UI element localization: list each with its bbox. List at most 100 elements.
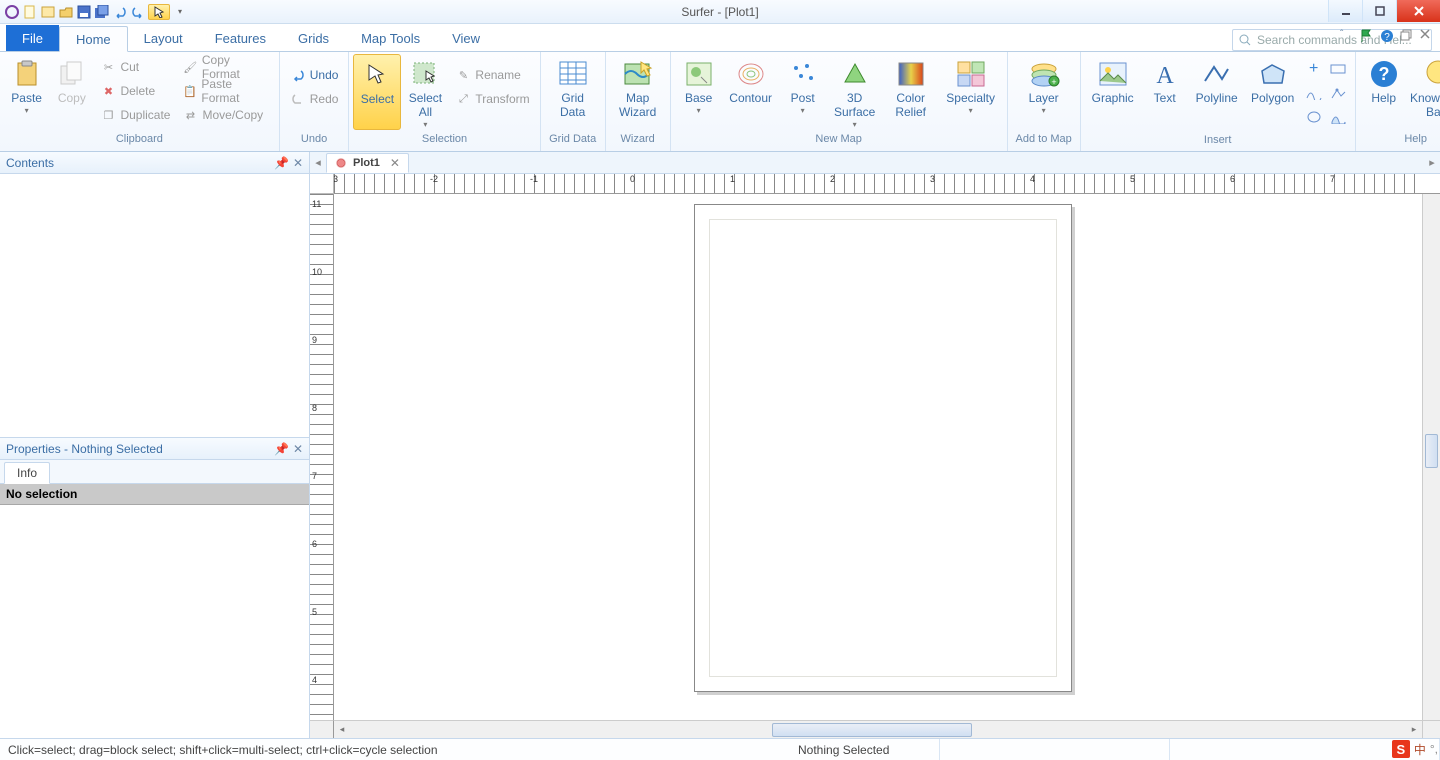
tab-file[interactable]: File: [6, 25, 59, 51]
contour-button[interactable]: Contour: [723, 54, 779, 130]
tab-grids[interactable]: Grids: [282, 25, 345, 51]
transform-button[interactable]: ⤢Transform: [451, 88, 533, 110]
doc-tab-prev[interactable]: ◂: [310, 156, 326, 169]
knowledgebase-button[interactable]: ?KnowledgeBase: [1408, 54, 1440, 130]
no-selection-row: No selection: [0, 484, 309, 505]
mdi-restore-icon[interactable]: [1400, 29, 1414, 43]
group-undo: Undo Redo Undo: [280, 52, 350, 151]
text-button[interactable]: AText: [1141, 54, 1189, 130]
rename-icon: ✎: [455, 67, 471, 83]
close-button[interactable]: [1396, 0, 1440, 22]
app-icon[interactable]: [4, 4, 20, 20]
svg-text:?: ?: [1384, 32, 1390, 43]
contents-body[interactable]: [0, 174, 309, 438]
ime-lang[interactable]: 中: [1414, 741, 1426, 758]
duplicate-button[interactable]: ❐Duplicate: [96, 104, 174, 126]
hscroll-thumb[interactable]: [772, 723, 972, 737]
delete-button[interactable]: ✖Delete: [96, 80, 174, 102]
copyformat-button[interactable]: 🖌Copy Format: [178, 56, 272, 78]
polyline-button[interactable]: Polyline: [1189, 54, 1245, 130]
qat-more-icon[interactable]: ▾: [172, 4, 188, 20]
vscroll-thumb[interactable]: [1425, 434, 1438, 468]
layer-button[interactable]: +Layer: [1012, 54, 1076, 130]
ime-punct-icon[interactable]: °,: [1430, 742, 1438, 756]
reshape-icon[interactable]: [1329, 84, 1347, 102]
pin-icon[interactable]: 📌: [274, 442, 289, 456]
pin-icon[interactable]: 📌: [274, 156, 289, 170]
redo-icon[interactable]: [130, 4, 146, 20]
duplicate-icon: ❐: [100, 107, 116, 123]
colorrelief-button[interactable]: ColorRelief: [883, 54, 939, 130]
tab-info[interactable]: Info: [4, 462, 50, 484]
mapwizard-button[interactable]: MapWizard: [610, 54, 666, 130]
vertical-ruler[interactable]: 1110987654: [310, 194, 334, 720]
doc-tab-next[interactable]: ▸: [1424, 156, 1440, 169]
group-griddata: GridData Grid Data: [541, 52, 606, 151]
hscroll-right[interactable]: ▸: [1406, 724, 1422, 735]
horizontal-scrollbar[interactable]: ◂ ▸: [334, 720, 1422, 738]
group-selection: Select SelectAll ✎Rename ⤢Transform Sele…: [349, 52, 540, 151]
delete-icon: ✖: [100, 83, 116, 99]
graphic-button[interactable]: Graphic: [1085, 54, 1141, 130]
base-button[interactable]: Base: [675, 54, 723, 130]
save-icon[interactable]: [76, 4, 92, 20]
quick-access-toolbar: ▾: [0, 4, 188, 20]
properties-body[interactable]: [0, 505, 309, 738]
movecopy-icon: ⇄: [182, 107, 198, 123]
mdi-close-icon[interactable]: [1420, 29, 1434, 43]
polygon-button[interactable]: Polygon: [1245, 54, 1301, 130]
tab-features[interactable]: Features: [199, 25, 282, 51]
plus-icon[interactable]: +: [1305, 60, 1323, 78]
selectall-button[interactable]: SelectAll: [401, 54, 449, 130]
close-pane-icon[interactable]: ✕: [293, 442, 303, 456]
horizontal-ruler[interactable]: -3-2-1012345678910111213: [334, 174, 1422, 194]
paste-button[interactable]: Paste: [4, 54, 49, 130]
ribbon-collapse-icon[interactable]: ˆ: [1340, 29, 1354, 43]
close-doc-icon[interactable]: ✕: [390, 156, 400, 170]
ellipse-icon[interactable]: [1305, 108, 1323, 126]
cut-button[interactable]: ✂Cut: [96, 56, 174, 78]
movecopy-button[interactable]: ⇄Move/Copy: [178, 104, 272, 126]
insert-extras: +: [1301, 54, 1351, 132]
maximize-button[interactable]: [1362, 0, 1396, 22]
plot-canvas[interactable]: [334, 194, 1422, 720]
select-tool-button[interactable]: Select: [353, 54, 401, 130]
minimize-button[interactable]: [1328, 0, 1362, 22]
flag-icon[interactable]: [1360, 29, 1374, 43]
splinearea-icon[interactable]: [1329, 108, 1347, 126]
ime-s-icon[interactable]: S: [1392, 740, 1410, 758]
tab-layout[interactable]: Layout: [128, 25, 199, 51]
undo-icon[interactable]: [112, 4, 128, 20]
vertical-scrollbar[interactable]: [1422, 194, 1440, 720]
rename-button[interactable]: ✎Rename: [451, 64, 533, 86]
ime-indicator: S 中 °,: [1392, 740, 1438, 758]
hscroll-left[interactable]: ◂: [334, 724, 350, 735]
window-title: Surfer - [Plot1]: [681, 5, 758, 19]
page-margin: [709, 219, 1057, 677]
doc-tab-plot1[interactable]: Plot1 ✕: [326, 153, 409, 173]
undo-button[interactable]: Undo: [286, 64, 343, 86]
new-ws-icon[interactable]: [40, 4, 56, 20]
tab-home[interactable]: Home: [59, 26, 128, 52]
search-icon: [1239, 34, 1251, 46]
status-hint: Click=select; drag=block select; shift+c…: [0, 739, 790, 760]
griddata-button[interactable]: GridData: [545, 54, 601, 130]
specialty-button[interactable]: Specialty: [939, 54, 1003, 130]
new-icon[interactable]: [22, 4, 38, 20]
tab-view[interactable]: View: [436, 25, 496, 51]
pointer-icon[interactable]: [148, 4, 170, 20]
redo-button[interactable]: Redo: [286, 88, 343, 110]
pasteformat-button[interactable]: 📋Paste Format: [178, 80, 272, 102]
open-icon[interactable]: [58, 4, 74, 20]
spline-icon[interactable]: [1305, 84, 1323, 102]
post-button[interactable]: Post: [779, 54, 827, 130]
help-small-icon[interactable]: ?: [1380, 29, 1394, 43]
ribbon: Paste Copy ✂Cut ✖Delete ❐Duplicate 🖌Copy…: [0, 52, 1440, 152]
range-icon[interactable]: [1329, 60, 1347, 78]
copy-button[interactable]: Copy: [49, 54, 94, 130]
3dsurface-button[interactable]: 3DSurface: [827, 54, 883, 130]
tab-maptools[interactable]: Map Tools: [345, 25, 436, 51]
saveall-icon[interactable]: [94, 4, 110, 20]
close-pane-icon[interactable]: ✕: [293, 156, 303, 170]
help-button[interactable]: ?Help: [1360, 54, 1408, 130]
